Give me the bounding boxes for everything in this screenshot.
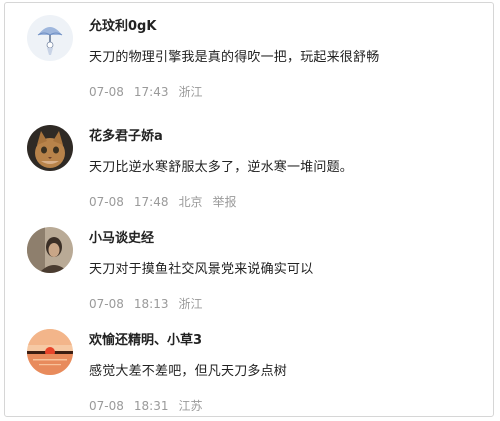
comment-list: 允玟利0gK 天刀的物理引擎我是真的得吹一把，玩起来很舒畅 07-08 17:43… xyxy=(4,2,494,417)
cat-photo-avatar[interactable] xyxy=(27,125,73,171)
comment-meta: 07-08 18:31 江苏 xyxy=(89,397,212,414)
username[interactable]: 小马谈史经 xyxy=(89,227,154,246)
username[interactable]: 欢愉还精明、小草3 xyxy=(89,329,202,348)
comment-date: 07-08 xyxy=(89,85,124,99)
username[interactable]: 花多君子娇a xyxy=(89,125,163,144)
comment-location: 江苏 xyxy=(178,399,203,413)
comment-date: 07-08 xyxy=(89,297,124,311)
comment-meta: 07-08 17:48 北京 举报 xyxy=(89,193,247,210)
comment-item: 允玟利0gK 天刀的物理引擎我是真的得吹一把，玩起来很舒畅 07-08 17:43… xyxy=(5,3,493,105)
comment-meta: 07-08 18:13 浙江 xyxy=(89,295,212,312)
username[interactable]: 允玟利0gK xyxy=(89,15,156,34)
comment-location: 浙江 xyxy=(178,297,203,311)
comment-item: 小马谈史经 天刀对于摸鱼社交风景党来说确实可以 07-08 18:13 浙江 xyxy=(5,215,493,317)
comment-time: 17:43 xyxy=(133,85,169,99)
report-link[interactable]: 举报 xyxy=(212,195,236,209)
comment-meta: 07-08 17:43 浙江 xyxy=(89,83,212,100)
comment-item: 欢愉还精明、小草3 感觉大差不差吧，但凡天刀多点树 07-08 18:31 江苏 xyxy=(5,317,493,416)
comment-text: 天刀的物理引擎我是真的得吹一把，玩起来很舒畅 xyxy=(89,50,380,65)
comment-date: 07-08 xyxy=(89,399,124,413)
comment-date: 07-08 xyxy=(89,195,124,209)
comment-location: 北京 xyxy=(178,195,203,209)
comment-location: 浙江 xyxy=(178,85,203,99)
comment-text: 感觉大差不差吧，但凡天刀多点树 xyxy=(89,364,288,379)
comment-text: 天刀比逆水寒舒服太多了，逆水寒一堆问题。 xyxy=(89,160,354,175)
parasol-drawing-avatar[interactable] xyxy=(27,15,73,61)
sunset-photo-avatar[interactable] xyxy=(27,329,73,375)
comment-time: 17:48 xyxy=(133,195,169,209)
portrait-photo-avatar[interactable] xyxy=(27,227,73,273)
comment-time: 18:13 xyxy=(133,297,169,311)
comment-text: 天刀对于摸鱼社交风景党来说确实可以 xyxy=(89,262,314,277)
comment-time: 18:31 xyxy=(133,399,169,413)
comment-item: 花多君子娇a 天刀比逆水寒舒服太多了，逆水寒一堆问题。 07-08 17:48 北京… xyxy=(5,113,493,215)
